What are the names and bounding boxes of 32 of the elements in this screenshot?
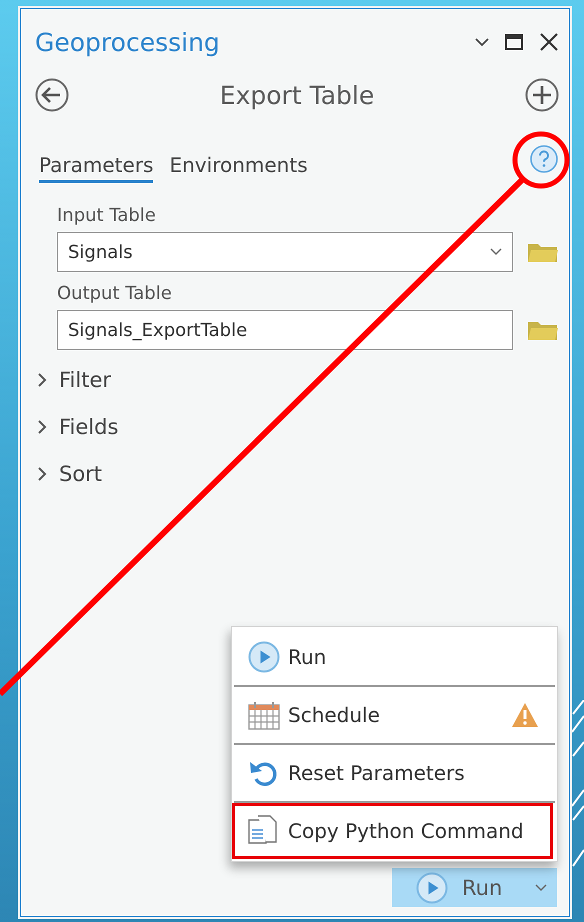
menu-item[interactable]: Copy Python Command	[232, 803, 553, 859]
caret-icon[interactable]	[490, 248, 502, 256]
add-icon[interactable]	[525, 78, 559, 112]
run-button[interactable]: Run	[392, 868, 557, 907]
caret-icon[interactable]	[535, 884, 547, 892]
field-value: Signals	[68, 242, 134, 262]
calendar-icon	[248, 700, 280, 730]
dropdown-field[interactable]: Signals	[57, 232, 513, 272]
text-field[interactable]: Signals_ExportTable	[57, 310, 513, 350]
field-label: Input Table	[57, 204, 157, 228]
menu-item[interactable]: Schedule	[232, 687, 557, 743]
tab[interactable]: Parameters	[39, 147, 154, 183]
warning-icon	[511, 702, 539, 728]
field-label: Output Table	[57, 282, 173, 306]
field-value: Signals_ExportTable	[68, 320, 248, 340]
close-icon[interactable]	[539, 32, 559, 52]
panel-title: Geoprocessing	[35, 28, 221, 56]
play-icon	[416, 872, 448, 904]
maximize-icon[interactable]	[505, 34, 523, 50]
chevron-down-icon[interactable]	[475, 37, 489, 47]
chevron-right-icon	[37, 420, 47, 434]
chevron-right-icon	[37, 466, 47, 480]
tool-title: Export Table	[220, 80, 374, 110]
group-header[interactable]: Sort	[35, 450, 102, 497]
group-header[interactable]: Fields	[35, 403, 118, 450]
menu-item[interactable]: Reset Parameters	[232, 745, 557, 801]
menu-item[interactable]: Run	[232, 629, 557, 685]
group-header[interactable]: Filter	[35, 356, 112, 403]
play-icon	[248, 641, 280, 673]
help-icon[interactable]	[529, 144, 559, 174]
tab[interactable]: Environments	[169, 147, 308, 183]
chevron-right-icon	[37, 372, 47, 386]
